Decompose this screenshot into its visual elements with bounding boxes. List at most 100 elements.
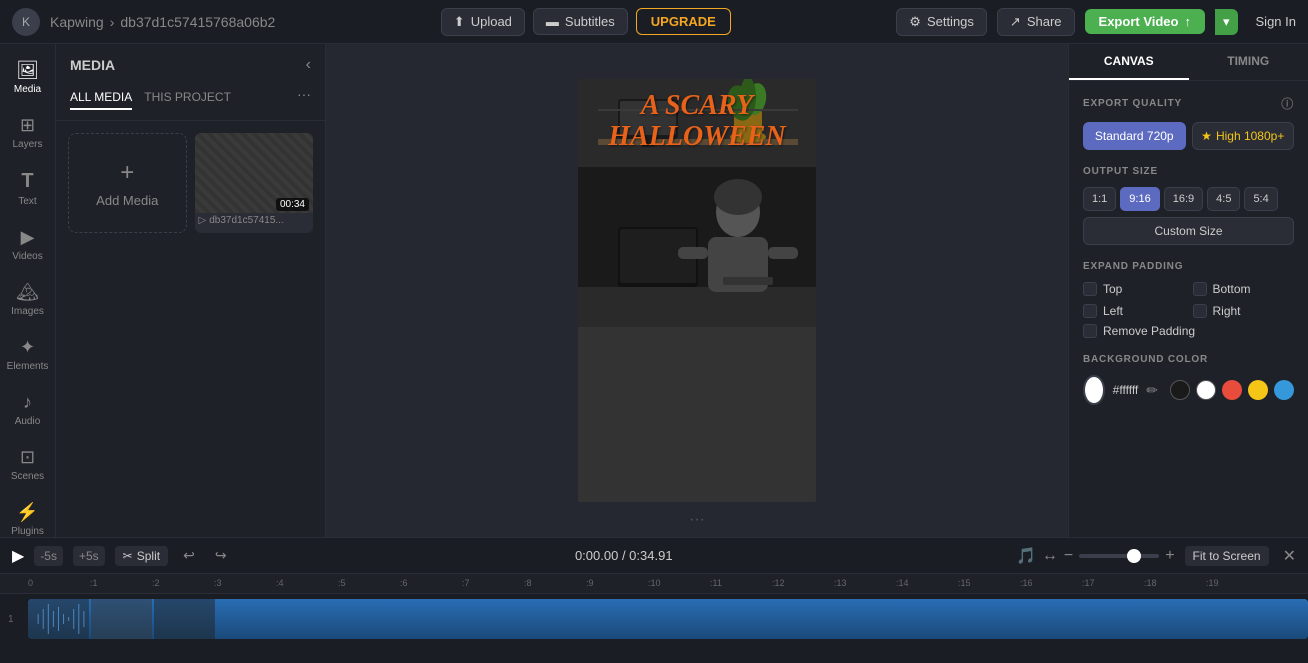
- breadcrumb-separator: ›: [110, 14, 115, 30]
- tab-canvas[interactable]: CANVAS: [1069, 44, 1189, 80]
- sidebar-label-elements: Elements: [7, 361, 49, 372]
- export-arrow-button[interactable]: ▾: [1215, 9, 1238, 35]
- size-16-9-button[interactable]: 16:9: [1164, 187, 1203, 211]
- background-color-title: BACKGROUND COLOR: [1083, 354, 1294, 365]
- share-button[interactable]: ↗ Share: [997, 8, 1075, 36]
- padding-top-checkbox[interactable]: [1083, 282, 1097, 296]
- quality-1080p-button[interactable]: ★ High 1080p+: [1192, 122, 1295, 150]
- layers-icon: ⊞: [20, 115, 35, 136]
- split-button[interactable]: ✂ Split: [115, 546, 168, 566]
- tick-0: 0: [28, 578, 33, 588]
- padding-left-item[interactable]: Left: [1083, 304, 1185, 318]
- share-icon: ↗: [1010, 14, 1021, 30]
- sidebar-label-videos: Videos: [12, 251, 42, 262]
- size-4-5-button[interactable]: 4:5: [1207, 187, 1240, 211]
- padding-right-item[interactable]: Right: [1193, 304, 1295, 318]
- tick-16: :16: [1020, 578, 1033, 588]
- timeline-ruler: 0 :1 :2 :3 :4 :5 :6 :7 :8 :9 :10 :11 :12…: [0, 574, 1308, 594]
- sidebar-item-media[interactable]: 🖼 Media: [3, 52, 53, 103]
- remove-padding-button[interactable]: Remove Padding: [1083, 324, 1294, 338]
- swatch-blue[interactable]: [1274, 380, 1294, 400]
- swatch-red[interactable]: [1222, 380, 1242, 400]
- sidebar-label-layers: Layers: [12, 139, 42, 150]
- output-size-title: OUTPUT SIZE: [1083, 166, 1294, 177]
- sidebar-item-elements[interactable]: ✦ Elements: [3, 329, 53, 380]
- sidebar-item-scenes[interactable]: ⊡ Scenes: [3, 439, 53, 490]
- tab-all-media[interactable]: ALL MEDIA: [70, 86, 132, 110]
- quality-buttons: Standard 720p ★ High 1080p+: [1083, 122, 1294, 150]
- color-hex-value: #ffffff: [1113, 383, 1139, 397]
- fit-to-screen-button[interactable]: Fit to Screen: [1185, 546, 1269, 566]
- zoom-audio-icon[interactable]: 🎵: [1016, 546, 1036, 566]
- timeline-clip[interactable]: [28, 599, 1308, 639]
- play-button[interactable]: ▶: [12, 546, 24, 566]
- sidebar-item-layers[interactable]: ⊞ Layers: [3, 107, 53, 158]
- swatch-yellow[interactable]: [1248, 380, 1268, 400]
- settings-button[interactable]: ⚙ Settings: [896, 8, 987, 36]
- upgrade-button[interactable]: UPGRADE: [636, 8, 731, 35]
- remove-padding-checkbox[interactable]: [1083, 324, 1097, 338]
- undo-button[interactable]: ↩: [178, 544, 200, 567]
- elements-icon: ✦: [20, 337, 35, 358]
- redo-button[interactable]: ↪: [210, 544, 232, 567]
- size-9-16-button[interactable]: 9:16: [1120, 187, 1159, 211]
- sidebar-item-audio[interactable]: ♪ Audio: [3, 384, 53, 435]
- padding-top-item[interactable]: Top: [1083, 282, 1185, 296]
- sidebar-item-images[interactable]: 🏔 Images: [3, 274, 53, 325]
- right-panel: CANVAS TIMING EXPORT QUALITY ⓘ Standard …: [1068, 44, 1308, 537]
- subtitles-button[interactable]: ▬ Subtitles: [533, 8, 628, 35]
- media-more-button[interactable]: ···: [297, 86, 311, 110]
- sidebar-item-text[interactable]: T Text: [3, 162, 53, 215]
- zoom-in-button[interactable]: +: [1165, 547, 1174, 565]
- size-1-1-button[interactable]: 1:1: [1083, 187, 1116, 211]
- tick-19: :19: [1206, 578, 1219, 588]
- sidebar-label-text: Text: [18, 196, 36, 207]
- padding-bottom-checkbox[interactable]: [1193, 282, 1207, 296]
- title-line2: HALLOWEEN: [608, 121, 785, 152]
- timeline: 0 :1 :2 :3 :4 :5 :6 :7 :8 :9 :10 :11 :12…: [0, 573, 1308, 663]
- upload-button[interactable]: ⬆ Upload: [441, 8, 525, 36]
- edit-color-icon[interactable]: ✏: [1146, 382, 1158, 399]
- add-media-button[interactable]: + Add Media: [68, 133, 187, 233]
- scenes-icon: ⊡: [20, 447, 35, 468]
- export-button[interactable]: Export Video ↑: [1085, 9, 1205, 34]
- custom-size-button[interactable]: Custom Size: [1083, 217, 1294, 245]
- zoom-controls: 🎵 ↔ − +: [1016, 546, 1175, 566]
- signin-button[interactable]: Sign In: [1256, 14, 1296, 29]
- tick-6: :6: [400, 578, 408, 588]
- skip-back-button[interactable]: -5s: [34, 546, 63, 566]
- padding-right-checkbox[interactable]: [1193, 304, 1207, 318]
- skip-forward-button[interactable]: +5s: [73, 546, 105, 566]
- brand-name: Kapwing: [50, 14, 104, 30]
- swatch-dark[interactable]: [1170, 380, 1190, 400]
- tick-12: :12: [772, 578, 785, 588]
- videos-icon: ▶: [21, 227, 35, 248]
- sidebar: 🖼 Media ⊞ Layers T Text ▶ Videos 🏔 Image…: [0, 44, 56, 537]
- tick-13: :13: [834, 578, 847, 588]
- canvas-area[interactable]: A SCARY HALLOWEEN: [326, 44, 1068, 537]
- zoom-arrows-icon[interactable]: ↔: [1042, 547, 1058, 565]
- zoom-slider[interactable]: [1079, 554, 1159, 558]
- padding-left-checkbox[interactable]: [1083, 304, 1097, 318]
- info-icon[interactable]: ⓘ: [1281, 95, 1294, 112]
- tab-timing[interactable]: TIMING: [1189, 44, 1308, 80]
- thumb-filename: db37d1c57415...: [209, 215, 284, 226]
- quality-720p-button[interactable]: Standard 720p: [1083, 122, 1186, 150]
- background-color-section: BACKGROUND COLOR #ffffff ✏: [1083, 354, 1294, 405]
- project-name: db37d1c57415768a06b2: [120, 14, 275, 30]
- media-panel-close-button[interactable]: ‹: [306, 56, 311, 74]
- tick-2: :2: [152, 578, 160, 588]
- padding-bottom-item[interactable]: Bottom: [1193, 282, 1295, 296]
- color-preview-swatch[interactable]: [1083, 375, 1105, 405]
- tab-this-project[interactable]: THIS PROJECT: [144, 86, 231, 110]
- close-timeline-button[interactable]: ✕: [1283, 546, 1296, 566]
- sidebar-item-videos[interactable]: ▶ Videos: [3, 219, 53, 270]
- media-thumbnail[interactable]: 00:34 ▷ db37d1c57415...: [195, 133, 314, 233]
- zoom-out-button[interactable]: −: [1064, 547, 1073, 565]
- sidebar-item-plugins[interactable]: ⚡ Plugins: [3, 494, 53, 537]
- media-tabs: ALL MEDIA THIS PROJECT ···: [56, 86, 325, 121]
- main-content: 🖼 Media ⊞ Layers T Text ▶ Videos 🏔 Image…: [0, 44, 1308, 537]
- swatch-white[interactable]: [1196, 380, 1216, 400]
- size-5-4-button[interactable]: 5:4: [1244, 187, 1277, 211]
- media-panel: MEDIA ‹ ALL MEDIA THIS PROJECT ··· + Add…: [56, 44, 326, 537]
